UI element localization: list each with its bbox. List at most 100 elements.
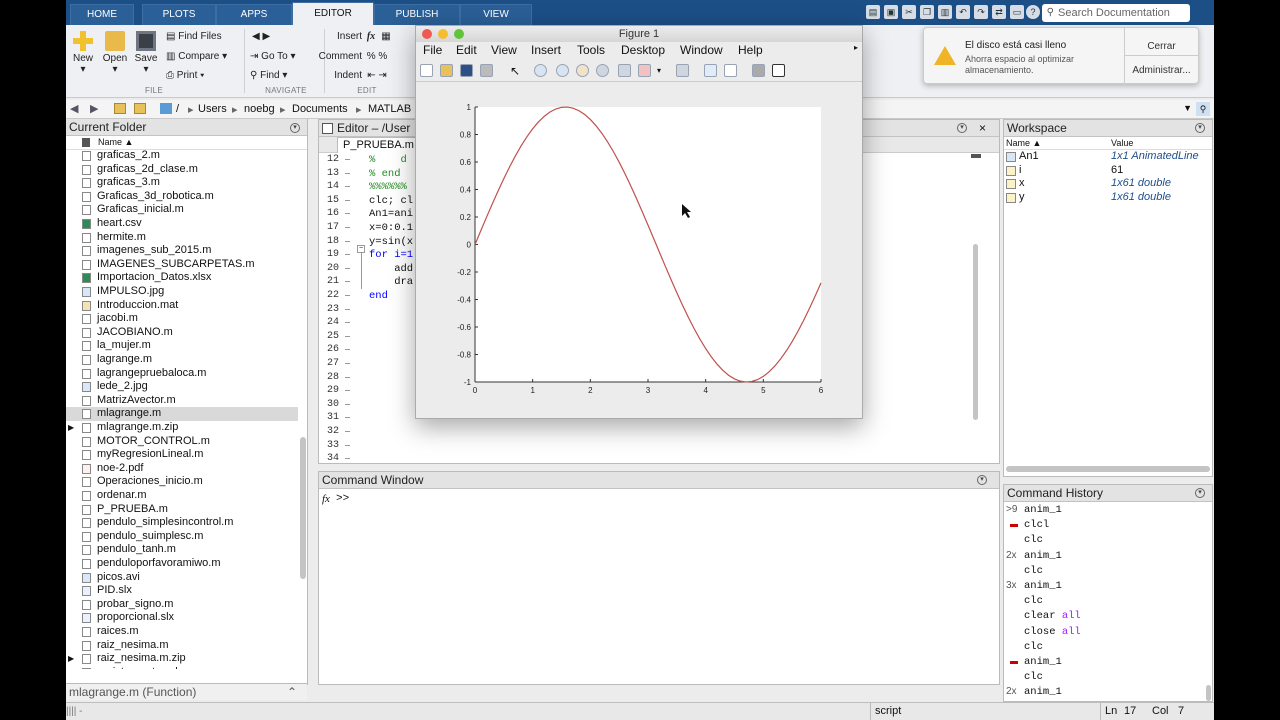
workspace-row[interactable]: y 1x61 double — [1004, 191, 1212, 205]
find-button[interactable]: ⚲ Find ▾ — [250, 70, 320, 81]
code-line[interactable]: y=sin(x — [369, 236, 413, 248]
tab-view[interactable]: VIEW — [460, 4, 532, 25]
scrollbar[interactable] — [1206, 685, 1211, 701]
code-fold-icon[interactable]: − — [357, 245, 365, 253]
open-file-icon[interactable] — [440, 64, 453, 77]
file-row[interactable]: JACOBIANO.m — [66, 326, 298, 340]
brush-icon[interactable] — [638, 64, 651, 77]
figure-titlebar[interactable]: Figure 1 — [416, 26, 862, 42]
file-row[interactable]: probar_signo.m — [66, 598, 298, 612]
history-entry[interactable]: anim_1 — [1024, 656, 1062, 668]
scrollbar[interactable] — [300, 437, 306, 579]
breakpoint-marker[interactable] — [345, 308, 350, 310]
menu-view[interactable]: View — [491, 43, 517, 57]
back-forward-buttons[interactable]: ◀ ▶ — [252, 31, 302, 42]
comment-icons[interactable]: % % — [364, 51, 390, 62]
file-row[interactable]: lagrangepruebaloca.m — [66, 367, 298, 381]
file-row[interactable]: graficas_3.m — [66, 176, 298, 190]
breadcrumb-noebg[interactable]: noebg — [244, 103, 275, 115]
history-entry[interactable]: clc — [1024, 565, 1043, 577]
details-bar[interactable]: mlagrange.m (Function) ⌃ — [66, 683, 307, 700]
menu-file[interactable]: File — [423, 43, 442, 57]
code-line[interactable]: An1=ani — [369, 208, 413, 220]
cut-icon[interactable]: ✂ — [902, 5, 916, 19]
menu-window[interactable]: Window — [680, 43, 723, 57]
workspace-row[interactable]: i 61 — [1004, 164, 1212, 178]
panel-menu-icon[interactable]: ▾ — [957, 123, 967, 133]
file-row[interactable]: Introduccion.mat — [66, 299, 298, 313]
print-figure-icon[interactable] — [480, 64, 493, 77]
file-row[interactable]: graficas_2.m — [66, 149, 298, 163]
manage-button[interactable]: Administrar... — [1124, 56, 1199, 84]
file-row[interactable]: hermite.m — [66, 231, 298, 245]
file-row[interactable]: la_mujer.m — [66, 339, 298, 353]
breakpoint-marker[interactable] — [345, 322, 350, 324]
code-line[interactable]: add — [369, 263, 413, 275]
panel-menu-icon[interactable]: ▾ — [1195, 488, 1205, 498]
chevron-up-icon[interactable]: ⌃ — [287, 684, 297, 700]
scrollbar[interactable] — [973, 244, 978, 420]
file-row[interactable]: pendulo_suimplesc.m — [66, 530, 298, 544]
history-entry[interactable]: clc — [1024, 595, 1043, 607]
indent-icons[interactable]: ⇤ ⇥ — [364, 70, 390, 81]
window-icon[interactable]: ▭ — [1010, 5, 1024, 19]
breakpoint-marker[interactable] — [345, 240, 350, 242]
file-row[interactable]: lagrange.m — [66, 353, 298, 367]
menu-desktop[interactable]: Desktop — [621, 43, 665, 57]
file-row[interactable]: MatrizAvector.m — [66, 394, 298, 408]
menu-tools[interactable]: Tools — [577, 43, 605, 57]
breakpoint-marker[interactable] — [345, 213, 350, 215]
forward-arrow-icon[interactable]: ▶ — [90, 102, 98, 115]
history-entry[interactable]: anim_1 — [1024, 504, 1062, 516]
tab-p-prueba[interactable]: P_PRUEBA.m — [337, 137, 417, 153]
panel-menu-icon[interactable]: ▾ — [1195, 123, 1205, 133]
new-figure-icon[interactable] — [420, 64, 433, 77]
breakpoint-marker[interactable] — [345, 444, 350, 446]
breakpoint-marker[interactable] — [345, 159, 350, 160]
file-row[interactable]: P_PRUEBA.m — [66, 503, 298, 517]
tab-editor[interactable]: EDITOR — [292, 2, 374, 25]
save-figure-icon[interactable] — [460, 64, 473, 77]
search-documentation-input[interactable]: Search Documentation — [1042, 4, 1190, 22]
colorbar-icon[interactable] — [704, 64, 717, 77]
breakpoint-marker[interactable] — [345, 390, 350, 392]
legend-icon[interactable] — [724, 64, 737, 77]
ws-name-header[interactable]: Name ▲ — [1006, 138, 1041, 148]
hide-plot-tools-icon[interactable] — [752, 64, 765, 77]
open-button[interactable]: Open ▾ — [100, 31, 130, 75]
breakpoint-marker[interactable] — [345, 172, 350, 174]
file-row[interactable]: imagenes_sub_2015.m — [66, 244, 298, 258]
minimize-window-icon[interactable] — [438, 29, 448, 39]
scrollbar[interactable] — [1006, 466, 1210, 472]
chevron-down-icon[interactable]: ▾ — [657, 66, 661, 75]
code-line[interactable]: end — [369, 290, 388, 302]
file-row[interactable]: mlagrange.m — [66, 407, 298, 421]
history-entry[interactable]: clc — [1024, 534, 1043, 546]
rotate-3d-icon[interactable] — [596, 64, 609, 77]
file-row[interactable]: graficas_2d_clase.m — [66, 163, 298, 177]
find-files-button[interactable]: ▤ Find Files — [166, 31, 230, 42]
menu-edit[interactable]: Edit — [456, 43, 477, 57]
breakpoint-marker[interactable] — [345, 376, 350, 378]
link-plot-icon[interactable] — [676, 64, 689, 77]
switch-windows-icon[interactable]: ⇄ — [992, 5, 1006, 19]
history-entry[interactable]: close all — [1024, 626, 1081, 638]
file-row[interactable]: pendulo_simplesincontrol.m — [66, 516, 298, 530]
help-icon[interactable]: ? — [1026, 5, 1040, 19]
file-row[interactable]: ▶ mlagrange.m.zip — [66, 421, 298, 435]
file-row[interactable]: IMAGENES_SUBCARPETAS.m — [66, 258, 298, 272]
breadcrumb-matlab[interactable]: MATLAB — [368, 103, 411, 115]
code-line[interactable]: for i=1 — [369, 249, 413, 261]
breakpoint-marker[interactable] — [345, 227, 350, 228]
breakpoint-marker[interactable] — [345, 363, 350, 364]
go-to-button[interactable]: ⇥ Go To ▾ — [250, 51, 320, 62]
tab-publish[interactable]: PUBLISH — [374, 4, 460, 25]
data-cursor-icon[interactable] — [618, 64, 631, 77]
copy-icon[interactable]: ❐ — [920, 5, 934, 19]
search-folder-icon[interactable]: ⚲ — [1196, 102, 1210, 116]
code-line[interactable]: x=0:0.1 — [369, 222, 413, 234]
panel-menu-icon[interactable]: ▾ — [290, 123, 300, 133]
tab-home[interactable]: HOME — [70, 4, 134, 25]
back-arrow-icon[interactable]: ◀ — [70, 102, 78, 115]
file-row[interactable]: Graficas_3d_robotica.m — [66, 190, 298, 204]
